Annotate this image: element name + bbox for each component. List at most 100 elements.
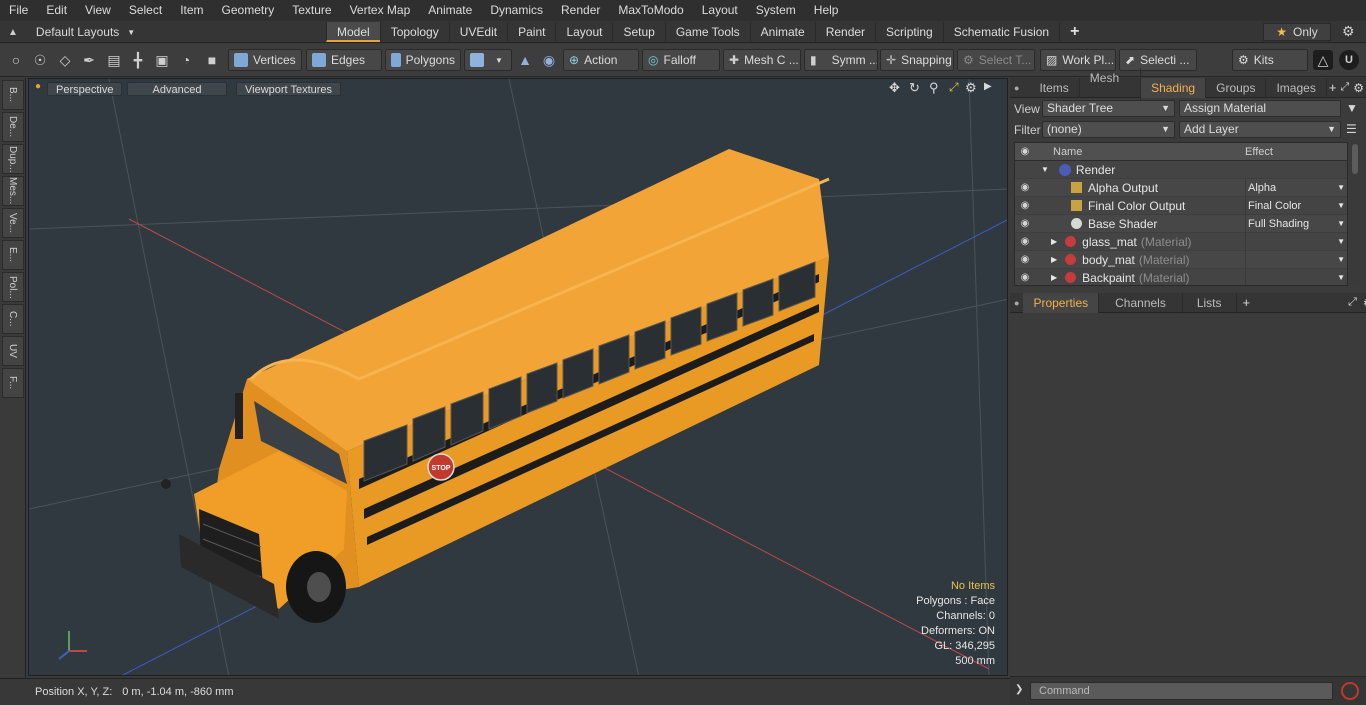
eye-icon[interactable]: ◉: [1015, 254, 1035, 265]
effect-dropdown[interactable]: ▼: [1245, 233, 1347, 251]
effect-dropdown[interactable]: ▼: [1245, 251, 1347, 269]
vertices-button[interactable]: Vertices: [228, 49, 302, 71]
menu-dynamics[interactable]: Dynamics: [481, 0, 552, 21]
circle-select-icon[interactable]: ○: [6, 50, 26, 70]
menu-help[interactable]: Help: [805, 0, 848, 21]
assign-material-button[interactable]: Assign Material: [1179, 100, 1341, 117]
menu-select[interactable]: Select: [120, 0, 171, 21]
viewport-textures-button[interactable]: Viewport Textures: [236, 82, 342, 96]
only-toggle[interactable]: ★ Only: [1263, 23, 1331, 41]
tab-schematic-fusion[interactable]: Schematic Fusion: [942, 22, 1059, 42]
collapse-arrow-icon[interactable]: ▼: [1041, 165, 1049, 174]
add-tab-button[interactable]: +: [1059, 22, 1089, 42]
tab-scripting[interactable]: Scripting: [875, 22, 943, 42]
tree-row-body-mat[interactable]: ◉ ▶ body_mat (Material) ▼: [1015, 251, 1347, 269]
strip-tab-duplicate[interactable]: Dup...: [1, 144, 24, 174]
menu-edit[interactable]: Edit: [37, 0, 76, 21]
tab-paint[interactable]: Paint: [507, 22, 555, 42]
eye-icon[interactable]: ◉: [1015, 272, 1035, 283]
pen-tool-icon[interactable]: ◇: [55, 50, 75, 70]
tree-scrollbar[interactable]: [1350, 142, 1360, 286]
menu-view[interactable]: View: [76, 0, 120, 21]
tree-row-base-shader[interactable]: ◉ Base Shader Full Shading ▼: [1015, 215, 1347, 233]
tab-lists[interactable]: Lists: [1183, 292, 1237, 313]
expand-panel-icon[interactable]: ⤢: [1348, 296, 1357, 309]
tab-properties[interactable]: Properties: [1023, 292, 1100, 313]
add-tab-icon[interactable]: +: [1237, 295, 1257, 310]
menu-texture[interactable]: Texture: [283, 0, 340, 21]
props-menu-dot[interactable]: ●: [1010, 298, 1023, 308]
select-through-button[interactable]: ⚙ Select T...: [957, 49, 1035, 71]
expand-icon[interactable]: ▲: [8, 27, 18, 38]
frame-icon[interactable]: ▣: [152, 50, 172, 70]
tree-row-final-color-output[interactable]: ◉ Final Color Output Final Color ▼: [1015, 197, 1347, 215]
3d-viewport[interactable]: STOP ● Perspective Advanced Viewport Tex…: [28, 78, 1008, 676]
filter-funnel-icon[interactable]: ▼: [1346, 101, 1358, 115]
perspective-button[interactable]: Perspective: [47, 82, 123, 96]
eye-icon[interactable]: ◉: [1015, 182, 1035, 193]
tree-row-glass-mat[interactable]: ◉ ▶ glass_mat (Material) ▼: [1015, 233, 1347, 251]
tree-row-alpha-output[interactable]: ◉ Alpha Output Alpha ▼: [1015, 179, 1347, 197]
strip-tab-fusion[interactable]: F...: [1, 368, 24, 398]
menu-maxtomodo[interactable]: MaxToModo: [609, 0, 692, 21]
soccer-ball-icon[interactable]: ◉: [539, 50, 559, 70]
strip-tab-vertex[interactable]: Ve...: [1, 208, 24, 238]
material-mode-button[interactable]: ▼: [464, 49, 512, 71]
record-macro-icon[interactable]: [1341, 682, 1359, 700]
menu-layout[interactable]: Layout: [693, 0, 747, 21]
strip-tab-uv[interactable]: UV: [1, 336, 24, 366]
tab-animate[interactable]: Animate: [749, 22, 815, 42]
item-mode-icon[interactable]: ■: [202, 50, 222, 70]
viewport-menu-dot[interactable]: ●: [35, 81, 41, 92]
tab-setup[interactable]: Setup: [612, 22, 664, 42]
expand-panel-icon[interactable]: ⤢: [1338, 81, 1351, 94]
effect-dropdown[interactable]: Final Color ▼: [1245, 197, 1347, 215]
viewport-scene[interactable]: STOP: [29, 79, 1008, 676]
menu-render[interactable]: Render: [552, 0, 609, 21]
transform-icon[interactable]: ╋: [128, 50, 148, 70]
tab-shading[interactable]: Shading: [1141, 77, 1207, 98]
snapping-button[interactable]: ✛ Snapping: [880, 49, 954, 71]
align-icon[interactable]: ▤: [104, 50, 124, 70]
tab-render[interactable]: Render: [814, 22, 875, 42]
mesh-constraint-button[interactable]: ✚ Mesh C ...: [723, 49, 801, 71]
falloff-button[interactable]: ◎ Falloff: [642, 49, 720, 71]
menu-animate[interactable]: Animate: [419, 0, 481, 21]
strip-tab-curve[interactable]: C...: [1, 304, 24, 334]
command-input[interactable]: Command: [1030, 682, 1333, 700]
expand-arrow-icon[interactable]: ▶: [1051, 255, 1057, 264]
tab-layout[interactable]: Layout: [555, 22, 612, 42]
symmetry-shield-icon[interactable]: ▲: [515, 50, 535, 70]
zoom-icon[interactable]: ⚲: [929, 80, 939, 96]
expand-arrow-icon[interactable]: ▶: [1051, 237, 1057, 246]
menu-item[interactable]: Item: [171, 0, 212, 21]
tab-items[interactable]: Items: [1023, 77, 1080, 98]
effect-dropdown[interactable]: Alpha ▼: [1245, 179, 1347, 197]
strip-tab-deform[interactable]: De...: [1, 112, 24, 142]
effect-dropdown[interactable]: ▼: [1245, 269, 1347, 285]
menu-geometry[interactable]: Geometry: [213, 0, 284, 21]
expand-arrow-icon[interactable]: ▶: [1051, 273, 1057, 282]
name-column-header[interactable]: Name: [1053, 146, 1245, 158]
add-layer-dropdown[interactable]: Add Layer ▼: [1179, 121, 1341, 138]
strip-tab-mesh[interactable]: Mes...: [1, 176, 24, 206]
tab-images[interactable]: Images: [1266, 77, 1327, 98]
menu-file[interactable]: File: [0, 0, 37, 21]
tab-model[interactable]: Model: [326, 22, 380, 42]
tree-row-render[interactable]: ▼ Render: [1015, 161, 1347, 179]
maximize-icon[interactable]: ⤢: [949, 80, 959, 95]
strip-tab-polygon[interactable]: Pol...: [1, 272, 24, 302]
rotate-icon[interactable]: ◔: [176, 50, 196, 70]
list-options-icon[interactable]: ☰: [1346, 122, 1357, 136]
layouts-dropdown[interactable]: ▲ Default Layouts ▼: [8, 23, 135, 41]
edges-button[interactable]: Edges: [306, 49, 382, 71]
command-expand-icon[interactable]: ❯: [1015, 684, 1023, 695]
action-center-button[interactable]: ⊕ Action: [563, 49, 639, 71]
add-tab-icon[interactable]: +: [1327, 80, 1339, 95]
tab-channels[interactable]: Channels: [1099, 292, 1183, 313]
view-dropdown[interactable]: Shader Tree ▼: [1042, 100, 1175, 117]
kits-button[interactable]: ⚙ Kits: [1232, 49, 1308, 71]
tab-uvedit[interactable]: UVEdit: [448, 22, 507, 42]
unity-icon[interactable]: △: [1313, 50, 1333, 70]
brush-icon[interactable]: ✒: [79, 50, 99, 70]
